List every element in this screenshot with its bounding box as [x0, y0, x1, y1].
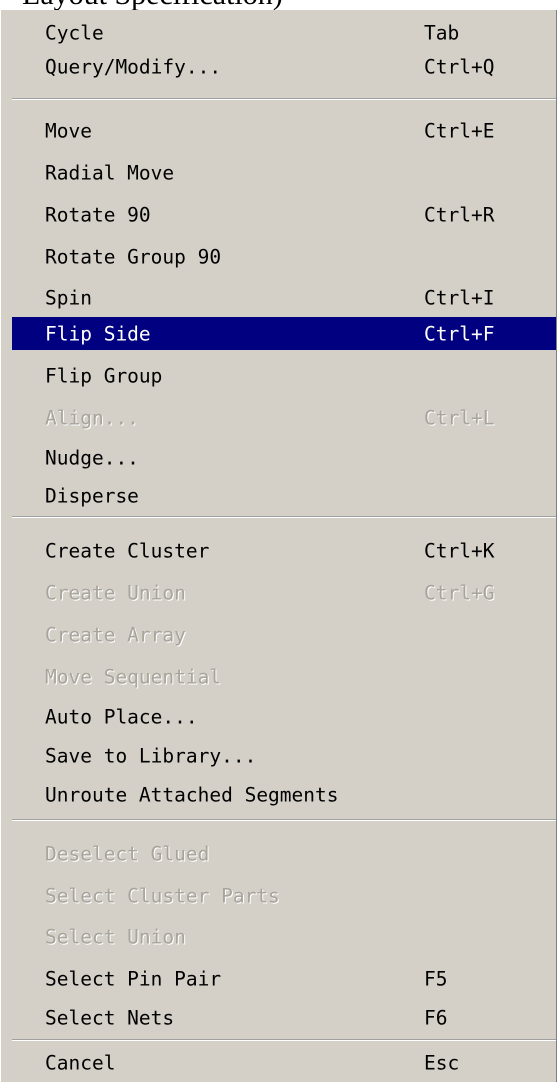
menu-item-label: Align...	[45, 406, 139, 429]
menu-item-label: Rotate Group 90	[45, 245, 222, 268]
menu-item-label: Disperse	[45, 484, 139, 507]
menu-item-label: Cancel	[45, 1051, 116, 1074]
menu-item-shortcut: Tab	[424, 21, 460, 44]
menu-item-auto-place[interactable]: Auto Place...	[12, 700, 556, 733]
menu-item-shortcut: Ctrl+I	[424, 286, 495, 309]
menu-item-label: Nudge...	[45, 446, 139, 469]
menu-separator	[12, 516, 556, 518]
menu-item-radial-move[interactable]: Radial Move	[12, 156, 556, 189]
menu-item-deselect-glued: Deselect Glued	[12, 837, 556, 870]
menu-item-shortcut: Ctrl+R	[424, 203, 495, 226]
menu-item-label: Move Sequential	[45, 665, 222, 688]
menu-item-shortcut: Ctrl+G	[424, 581, 495, 604]
menu-item-flip-side[interactable]: Flip Side Ctrl+F	[12, 317, 556, 350]
menu-item-move-sequential: Move Sequential	[12, 660, 556, 693]
menu-item-shortcut: F5	[424, 967, 448, 990]
menu-item-label: Spin	[45, 286, 92, 309]
menu-item-label: Save to Library...	[45, 744, 257, 767]
menu-item-label: Unroute Attached Segments	[45, 783, 339, 806]
partial-heading-text: Layout Specification)	[22, 0, 283, 10]
menu-separator	[12, 98, 556, 100]
menu-separator	[12, 819, 556, 821]
menu-item-label: Query/Modify...	[45, 55, 222, 78]
menu-item-move[interactable]: Move Ctrl+E	[12, 114, 556, 147]
menu-item-create-array: Create Array	[12, 618, 556, 651]
menu-item-select-cluster-parts: Select Cluster Parts	[12, 879, 556, 912]
menu-item-label: Rotate 90	[45, 203, 151, 226]
menu-item-shortcut: F6	[424, 1006, 448, 1029]
menu-item-unroute-attached-segments[interactable]: Unroute Attached Segments	[12, 778, 556, 811]
menu-item-select-union: Select Union	[12, 920, 556, 953]
menu-item-label: Select Union	[45, 925, 186, 948]
context-menu: Cycle Tab Query/Modify... Ctrl+Q Move Ct…	[0, 10, 557, 1082]
menu-item-label: Select Pin Pair	[45, 967, 222, 990]
menu-item-create-cluster[interactable]: Create Cluster Ctrl+K	[12, 534, 556, 567]
menu-item-shortcut: Ctrl+K	[424, 539, 495, 562]
menu-item-select-nets[interactable]: Select Nets F6	[12, 1001, 556, 1034]
menu-item-shortcut: Ctrl+E	[424, 119, 495, 142]
menu-item-label: Move	[45, 119, 92, 142]
menu-item-rotate-90[interactable]: Rotate 90 Ctrl+R	[12, 198, 556, 231]
partial-top-text-strip: Layout Specification)	[0, 0, 559, 10]
menu-item-spin[interactable]: Spin Ctrl+I	[12, 281, 556, 314]
menu-item-label: Select Nets	[45, 1006, 175, 1029]
menu-item-label: Create Array	[45, 623, 186, 646]
menu-item-label: Cycle	[45, 21, 104, 44]
menu-item-label: Auto Place...	[45, 705, 198, 728]
menu-item-label: Create Cluster	[45, 539, 210, 562]
menu-item-shortcut: Esc	[424, 1051, 460, 1074]
menu-item-label: Radial Move	[45, 161, 175, 184]
menu-item-label: Select Cluster Parts	[45, 884, 280, 907]
menu-item-shortcut: Ctrl+L	[424, 406, 495, 429]
menu-item-label: Deselect Glued	[45, 842, 210, 865]
menu-item-rotate-group-90[interactable]: Rotate Group 90	[12, 240, 556, 273]
menu-item-nudge[interactable]: Nudge...	[12, 441, 556, 474]
menu-item-shortcut: Ctrl+Q	[424, 55, 495, 78]
menu-item-flip-group[interactable]: Flip Group	[12, 359, 556, 392]
menu-item-label: Flip Group	[45, 364, 163, 387]
menu-item-query-modify[interactable]: Query/Modify... Ctrl+Q	[12, 50, 556, 83]
menu-item-cycle[interactable]: Cycle Tab	[12, 16, 556, 49]
menu-item-select-pin-pair[interactable]: Select Pin Pair F5	[12, 962, 556, 995]
menu-item-label: Flip Side	[45, 322, 151, 345]
menu-item-label: Create Union	[45, 581, 186, 604]
menu-item-create-union: Create Union Ctrl+G	[12, 576, 556, 609]
menu-separator	[12, 1039, 556, 1041]
menu-item-disperse[interactable]: Disperse	[12, 479, 556, 512]
menu-item-cancel[interactable]: Cancel Esc	[12, 1046, 556, 1079]
menu-item-align: Align... Ctrl+L	[12, 401, 556, 434]
menu-item-shortcut: Ctrl+F	[424, 322, 495, 345]
menu-item-save-to-library[interactable]: Save to Library...	[12, 739, 556, 772]
